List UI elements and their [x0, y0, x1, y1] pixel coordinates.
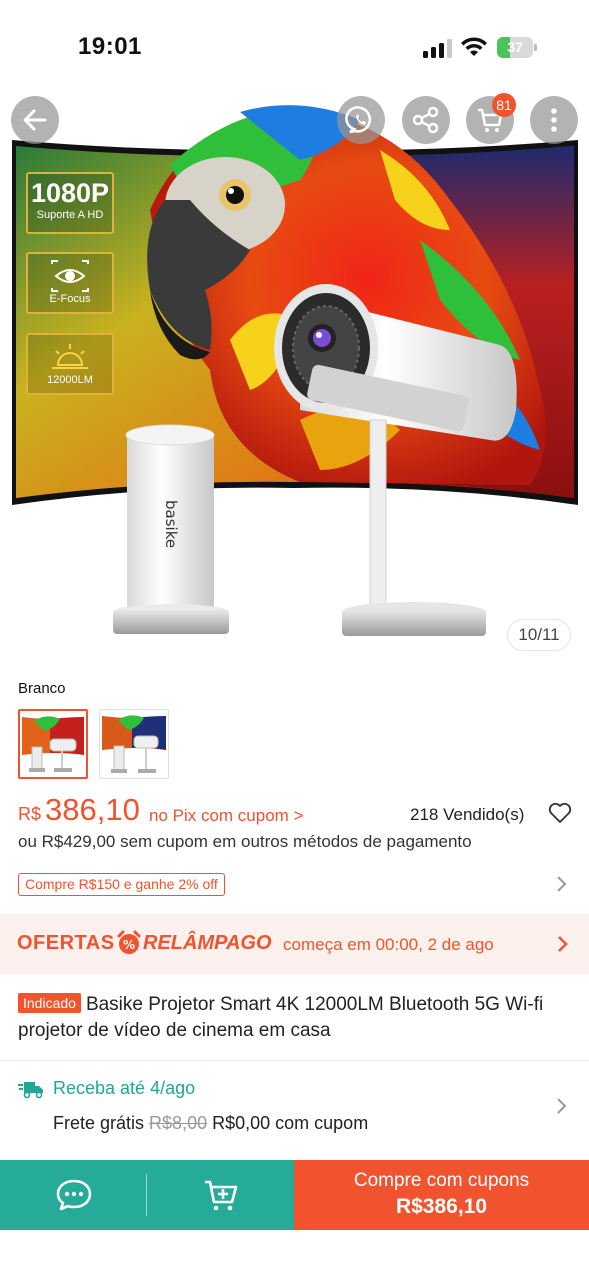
shipping-new-price: R$0,00 com cupom — [212, 1113, 369, 1133]
buy-label: Compre com cupons — [353, 1170, 530, 1191]
svg-text:%: % — [123, 938, 135, 952]
status-time: 19:01 — [78, 33, 142, 60]
variant-thumb-image — [100, 710, 168, 778]
sun-brightness-icon — [52, 344, 88, 369]
variant-thumb-branco-2[interactable] — [99, 709, 169, 779]
buy-with-coupons-button[interactable]: Compre com cupons R$386,10 — [294, 1160, 589, 1230]
chevron-right-icon — [558, 936, 568, 952]
variant-thumb-branco-1[interactable] — [18, 709, 88, 779]
flash-ofertas-label: OFERTAS — [17, 932, 115, 954]
price-value: 386,10 — [45, 792, 140, 827]
battery-indicator: 37 — [497, 37, 537, 58]
whatsapp-share-button[interactable] — [337, 96, 385, 144]
feature-badge-1080p: 1080P Suporte A HD — [26, 172, 114, 234]
alarm-clock-icon: % — [117, 930, 141, 954]
flash-relampago-label: RELÂMPAGO — [143, 932, 272, 954]
chat-button[interactable] — [0, 1160, 147, 1230]
chevron-right-icon[interactable] — [555, 875, 567, 893]
bottom-action-bar: Compre com cupons R$386,10 — [0, 1160, 589, 1230]
shipping-label: Frete grátis — [53, 1113, 145, 1133]
alt-price-text: ou R$429,00 sem cupom em outros métodos … — [18, 832, 472, 851]
divider — [0, 1060, 589, 1061]
feature-badge-efocus: E-Focus — [26, 252, 114, 314]
sold-count: 218 Vendido(s) — [410, 805, 525, 824]
shipping-info: Frete grátis R$8,00 R$0,00 com cupom — [53, 1113, 368, 1134]
whatsapp-icon — [345, 106, 372, 134]
flash-sale-banner[interactable]: OFERTAS % RELÂMPAGO começa em 00:00, 2 d… — [0, 914, 589, 974]
chat-icon — [56, 1179, 91, 1211]
heart-icon[interactable] — [548, 802, 572, 824]
product-title: Basike Projetor Smart 4K 12000LM Bluetoo… — [18, 994, 544, 1041]
eye-focus-icon — [51, 260, 89, 292]
price-row: R$ 386,10 no Pix com cupom > 218 Vendido… — [18, 792, 578, 832]
more-icon — [551, 108, 557, 132]
pix-coupon-link[interactable]: no Pix com cupom > — [149, 806, 304, 826]
back-arrow-icon — [23, 109, 47, 131]
feature-badge-lumens: 12000LM — [26, 333, 114, 395]
variant-thumb-image — [20, 711, 86, 777]
variant-label: Branco — [18, 680, 66, 697]
buy-price: R$386,10 — [395, 1195, 488, 1218]
share-icon — [412, 106, 439, 134]
bottom-left-actions — [0, 1160, 294, 1230]
product-image-carousel[interactable]: basike 1080P Suporte A HD E-Focus 12000L… — [0, 90, 589, 668]
more-options-button[interactable] — [530, 96, 578, 144]
truck-icon — [18, 1082, 43, 1099]
cellular-signal-icon — [423, 39, 452, 58]
promo-tag[interactable]: Compre R$150 e ganhe 2% off — [18, 873, 225, 896]
flash-start-time: começa em 00:00, 2 de ago — [283, 935, 494, 954]
device-brand-text: basike — [162, 500, 180, 548]
battery-percent: 37 — [507, 39, 523, 55]
chevron-right-icon[interactable] — [555, 1097, 567, 1115]
status-bar: 19:01 37 — [0, 0, 589, 90]
cart-count-badge: 81 — [492, 93, 516, 117]
back-button[interactable] — [11, 96, 59, 144]
wifi-icon — [461, 37, 487, 56]
share-button[interactable] — [402, 96, 450, 144]
price-currency: R$ — [18, 804, 42, 824]
cart-button[interactable]: 81 — [466, 93, 516, 144]
delivery-eta: Receba até 4/ago — [53, 1078, 196, 1098]
indicado-badge: Indicado — [18, 993, 81, 1013]
shipping-old-price: R$8,00 — [149, 1113, 208, 1133]
product-title-block: Indicado Basike Projetor Smart 4K 12000LM… — [18, 992, 574, 1044]
image-counter: 10/11 — [507, 619, 571, 651]
add-to-cart-button[interactable] — [147, 1160, 294, 1230]
add-to-cart-icon — [204, 1180, 237, 1211]
